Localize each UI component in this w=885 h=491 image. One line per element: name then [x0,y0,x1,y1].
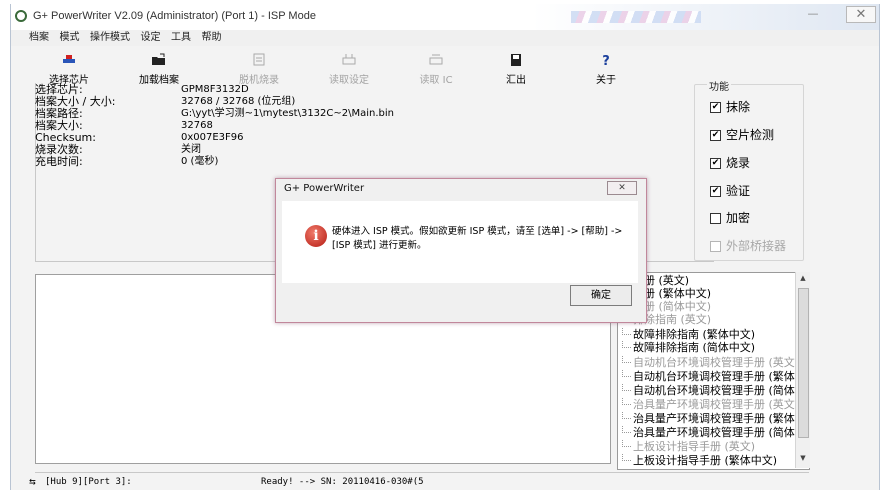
help-icon: ? [598,53,614,69]
toolbar: 选择芯片 加载档案 脱机烧录 读取设定 读取 IC 汇出 ? 关于 [11,47,879,86]
checkbox-box: ✔ [710,102,721,113]
info-row-charge-time: 充电时间: 0 (毫秒) [35,156,395,168]
title-bar-glass [571,11,701,23]
read-settings-icon [341,53,357,67]
minimize-button[interactable]: — [801,7,825,23]
tree-item[interactable]: 自动机台环境调校管理手册 (繁体 [622,370,795,383]
status-ready: Ready! --> SN: 20110416-030#(5 [261,477,424,487]
dialog-message: 硬体进入 ISP 模式。假如欲更新 ISP 模式，请至 [选单] -> [帮助]… [332,226,623,251]
checkbox-label: 加密 [726,211,751,225]
info-row-checksum: Checksum: 0x007E3F96 [35,132,395,144]
dialog-close-button[interactable]: ✕ [607,181,637,195]
info-value: 关闭 [181,144,201,155]
burn-checkbox[interactable]: ✔ 烧录 [710,154,751,170]
blank-check-checkbox[interactable]: ✔ 空片检测 [710,126,775,142]
ok-button[interactable]: 确定 [570,285,632,306]
menu-tools[interactable]: 工具 [171,30,191,46]
info-key: 充电时间: [35,155,83,168]
checkbox-box [710,241,721,252]
menu-operation-mode[interactable]: 操作模式 [90,30,130,46]
function-group: 功能 ✔ 抹除 ✔ 空片检测 ✔ 烧录 ✔ 验证 加密 外部桥接器 [694,78,804,261]
tree-item[interactable]: 故障排除指南 (繁体中文) [622,328,755,341]
tree-item[interactable]: 故障排除指南 (简体中文) [622,341,755,354]
offline-burn-button[interactable]: 脱机烧录 [219,47,299,86]
save-icon [508,53,524,67]
load-file-button[interactable]: 加载档案 [119,47,199,86]
info-value: G:\yyt\学习测~1\mytest\3132C~2\Main.bin [181,108,395,119]
checkbox-label: 抹除 [726,100,751,114]
checkbox-label: 空片检测 [726,128,775,142]
tree-scrollbar[interactable]: ▲ ▼ [795,272,810,468]
offline-burn-icon [251,53,267,67]
checkbox-label: 外部桥接器 [726,239,787,253]
checkbox-label: 验证 [726,184,751,198]
verify-checkbox[interactable]: ✔ 验证 [710,182,751,198]
info-row-path: 档案路径: G:\yyt\学习测~1\mytest\3132C~2\Main.b… [35,108,395,120]
isp-mode-dialog: G+ PowerWriter ✕ i 硬体进入 ISP 模式。假如欲更新 ISP… [275,178,647,323]
chip-info: 选择芯片: GPM8F3132D 档案大小 / 大小: 32768 / 3276… [35,84,395,168]
folder-open-icon [151,53,167,67]
status-bar: ⇆ [Hub 9][Port 3]: Ready! --> SN: 201104… [29,472,809,491]
info-value: 0 (毫秒) [181,156,219,167]
select-chip-button[interactable]: 选择芯片 [29,47,109,86]
tree-item[interactable]: 自动机台环境调校管理手册 (简体 [622,384,795,397]
tree-item[interactable]: 上板设计指导手册 (繁体中文) [622,454,777,467]
checkbox-box [710,213,721,224]
read-ic-icon [428,53,444,67]
read-settings-button[interactable]: 读取设定 [309,47,389,86]
scroll-down-icon[interactable]: ▼ [796,454,810,466]
info-value: GPM8F3132D [181,84,249,95]
info-value: 32768 / 32768 (位元组) [181,96,296,107]
about-button[interactable]: ? 关于 [566,47,646,86]
dialog-body: i 硬体进入 ISP 模式。假如欲更新 ISP 模式，请至 [选单] -> [帮… [282,201,638,283]
encrypt-checkbox[interactable]: 加密 [710,209,751,225]
dialog-title: G+ PowerWriter [284,183,365,194]
function-group-legend: 功能 [707,78,731,93]
menu-file[interactable]: 档案 [29,30,49,46]
erase-checkbox[interactable]: ✔ 抹除 [710,98,751,114]
tree-item[interactable]: 治具量产环境调校管理手册 (简体 [622,426,795,439]
window-title: G+ PowerWriter V2.09 (Administrator) (Po… [33,10,316,22]
info-row-size: 档案大小 / 大小: 32768 / 32768 (位元组) [35,96,395,108]
info-icon: i [305,225,327,247]
close-button[interactable]: ✕ [846,6,876,23]
status-hub-port: [Hub 9][Port 3]: [45,477,132,487]
title-bar[interactable]: G+ PowerWriter V2.09 (Administrator) (Po… [11,4,879,30]
tree-item[interactable]: 治具量产环境调校管理手册 (英文 [622,398,795,411]
menu-bar: 档案 模式 操作模式 设定 工具 帮助 [11,30,879,46]
export-button[interactable]: 汇出 [476,47,556,86]
tree-item[interactable]: 上板设计指导手册 (英文) [622,440,755,453]
checkbox-box: ✔ [710,186,721,197]
usb-icon: ⇆ [29,475,36,488]
scroll-thumb[interactable] [798,288,809,438]
tree-item[interactable]: 自动机台环境调校管理手册 (英文) [622,356,799,369]
info-row-burn-count: 烧录次数: 关闭 [35,144,395,156]
checkbox-box: ✔ [710,130,721,141]
external-bridge-checkbox[interactable]: 外部桥接器 [710,237,787,253]
info-value: 0x007E3F96 [181,132,244,143]
menu-help[interactable]: 帮助 [202,30,222,46]
checkbox-box: ✔ [710,158,721,169]
scroll-up-icon[interactable]: ▲ [796,274,810,286]
chip-select-icon [61,53,77,67]
menu-mode[interactable]: 模式 [60,30,80,46]
tree-item[interactable]: 治具量产环境调校管理手册 (繁体 [622,412,795,425]
svg-text:?: ? [602,54,610,67]
read-ic-button[interactable]: 读取 IC [396,47,476,86]
checkbox-label: 烧录 [726,156,751,170]
info-value: 32768 [181,120,213,131]
app-icon [15,10,27,22]
menu-settings[interactable]: 设定 [141,30,161,46]
